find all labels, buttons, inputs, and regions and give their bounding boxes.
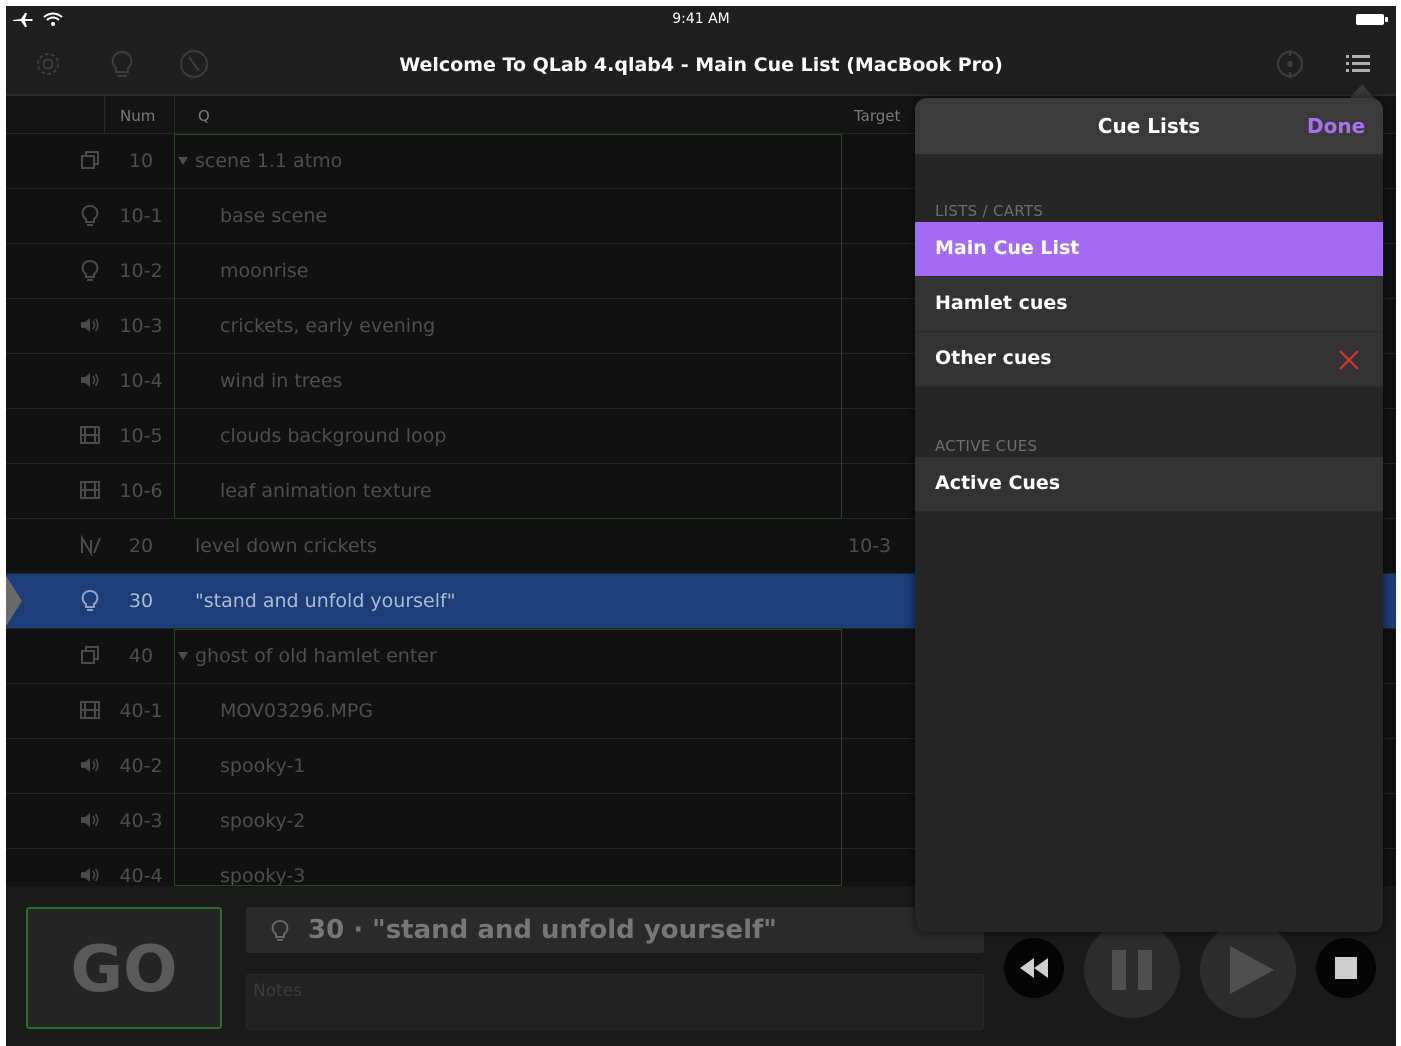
group-icon <box>81 646 99 664</box>
cue-name: spooky-1 <box>220 755 306 777</box>
cue-name: moonrise <box>220 260 309 282</box>
lightbulb-icon <box>271 920 289 941</box>
qlab-app: 9:41 AM Welcome To QLab 4.qlab4 - Main C… <box>6 6 1396 1046</box>
audio-icon <box>81 758 99 772</box>
stop-button[interactable] <box>1316 938 1376 998</box>
pause-button[interactable] <box>1084 922 1180 1018</box>
audio-icon <box>81 868 99 882</box>
cue-number: 10-3 <box>119 315 163 337</box>
light-icon <box>81 590 99 611</box>
done-button[interactable]: Done <box>1307 114 1365 138</box>
delete-icon[interactable] <box>1337 348 1361 372</box>
playhead-indicator <box>6 576 22 626</box>
cue-number: 10 <box>128 150 154 172</box>
go-label: GO <box>70 933 178 1007</box>
cue-name: leaf animation texture <box>220 480 432 502</box>
gear-icon[interactable] <box>32 48 64 80</box>
status-time: 9:41 AM <box>672 11 730 27</box>
cue-number: 20 <box>128 535 154 557</box>
list-icon[interactable] <box>1342 48 1374 80</box>
rewind-button[interactable] <box>1004 938 1064 998</box>
cue-list-item-other[interactable]: Other cues <box>915 332 1383 387</box>
cue-number: 40-3 <box>119 810 163 832</box>
cue-lists-popover: Cue Lists Done LISTS / CARTS Main Cue Li… <box>915 98 1383 932</box>
battery-tip <box>1385 17 1388 22</box>
title-bar: Welcome To QLab 4.qlab4 - Main Cue List … <box>6 34 1396 96</box>
header-q[interactable]: Q <box>198 107 210 125</box>
active-cues-item[interactable]: Active Cues <box>915 457 1383 512</box>
play-icon <box>1230 946 1274 994</box>
cue-number: 10-5 <box>119 425 163 447</box>
cue-list-item-main[interactable]: Main Cue List <box>915 222 1383 277</box>
active-cues-label: Active Cues <box>935 472 1061 494</box>
audio-icon <box>81 373 99 387</box>
cue-number: 10-1 <box>119 205 163 227</box>
stop-icon <box>1335 957 1357 979</box>
video-icon <box>80 481 100 499</box>
cue-list-item-label: Hamlet cues <box>935 292 1068 314</box>
cue-number: 30 <box>128 590 154 612</box>
standby-cue: 30 · "stand and unfold yourself" <box>246 907 984 953</box>
header-num[interactable]: Num <box>120 107 155 125</box>
lightbulb-icon[interactable] <box>106 48 138 80</box>
cue-number: 10-2 <box>119 260 163 282</box>
standby-label: 30 · "stand and unfold yourself" <box>308 915 777 945</box>
notes-field[interactable]: Notes <box>246 974 984 1030</box>
cue-list-item-label: Main Cue List <box>935 237 1080 259</box>
group-icon <box>81 151 99 169</box>
light-icon <box>81 260 99 281</box>
cue-name: crickets, early evening <box>220 315 436 337</box>
status-bar: 9:41 AM <box>6 6 1396 34</box>
window-title: Welcome To QLab 4.qlab4 - Main Cue List … <box>399 54 1003 76</box>
cue-name: scene 1.1 atmo <box>195 150 343 172</box>
cue-list-item-label: Other cues <box>935 347 1052 369</box>
cue-number: 40-1 <box>119 700 163 722</box>
header-divider <box>104 96 105 133</box>
disclosure-triangle-icon[interactable] <box>178 157 188 165</box>
battery-icon <box>1356 14 1384 25</box>
cue-number: 40-2 <box>119 755 163 777</box>
fade-icon <box>81 534 101 556</box>
resume-button[interactable] <box>1200 922 1296 1018</box>
disclosure-triangle-icon[interactable] <box>178 652 188 660</box>
audio-icon <box>81 813 99 827</box>
cue-number: 40-4 <box>119 865 163 887</box>
video-icon <box>80 701 100 719</box>
rewind-icon <box>1020 958 1048 978</box>
header-target[interactable]: Target <box>854 107 900 125</box>
cue-name: level down crickets <box>195 535 377 557</box>
cue-list-item-hamlet[interactable]: Hamlet cues <box>915 277 1383 332</box>
section-header-lists: LISTS / CARTS <box>935 202 1044 220</box>
header-divider <box>174 96 175 133</box>
cue-number: 10-4 <box>119 370 163 392</box>
cue-name: MOV03296.MPG <box>220 700 374 722</box>
cue-name: spooky-3 <box>220 865 306 887</box>
cue-number: 40 <box>128 645 154 667</box>
audio-icon <box>81 318 99 332</box>
pause-icon <box>1112 950 1152 990</box>
cue-name: clouds background loop <box>220 425 447 447</box>
cue-name: wind in trees <box>220 370 343 392</box>
target-icon[interactable] <box>1274 48 1306 80</box>
cue-name: "stand and unfold yourself" <box>195 590 456 612</box>
notes-placeholder: Notes <box>253 981 303 1001</box>
go-button[interactable]: GO <box>26 907 222 1029</box>
cue-name: ghost of old hamlet enter <box>195 645 437 667</box>
light-icon <box>81 205 99 226</box>
section-header-active: ACTIVE CUES <box>935 437 1038 455</box>
popover-header: Cue Lists Done <box>915 98 1383 154</box>
cue-number: 10-6 <box>119 480 163 502</box>
panic-icon[interactable] <box>178 48 210 80</box>
cue-target: 10-3 <box>848 535 892 557</box>
cue-name: base scene <box>220 205 328 227</box>
cue-name: spooky-2 <box>220 810 306 832</box>
video-icon <box>80 426 100 444</box>
